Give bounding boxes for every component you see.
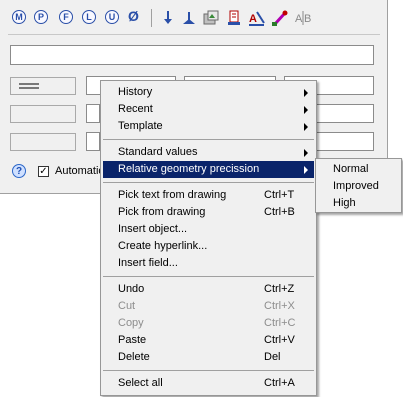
shortcut: Del bbox=[264, 351, 281, 363]
row2-field[interactable] bbox=[86, 104, 100, 123]
row3-label-box bbox=[10, 133, 76, 151]
menu-item-paste[interactable]: Paste Ctrl+V bbox=[103, 332, 314, 349]
menu-label: Relative geometry precission bbox=[118, 163, 260, 175]
menu-item-select-all[interactable]: Select all Ctrl+A bbox=[103, 375, 314, 392]
menu-separator bbox=[103, 370, 314, 371]
submenu-item-improved[interactable]: Improved bbox=[318, 178, 399, 195]
symbol-m-button[interactable]: M bbox=[12, 10, 26, 24]
menu-item-delete[interactable]: Delete Del bbox=[103, 349, 314, 366]
row2-label-box bbox=[10, 105, 76, 123]
menu-item-insert-object[interactable]: Insert object... bbox=[103, 221, 314, 238]
block-tool-icon[interactable] bbox=[225, 9, 243, 27]
arrow-down-tool-icon[interactable] bbox=[159, 9, 177, 27]
menu-item-standard-values[interactable]: Standard values bbox=[103, 144, 314, 161]
menu-label: Pick text from drawing bbox=[118, 189, 227, 201]
menu-label: History bbox=[118, 86, 153, 98]
menu-label: Pick from drawing bbox=[118, 206, 206, 218]
menu-label: Recent bbox=[118, 103, 153, 115]
submenu-item-high[interactable]: High bbox=[318, 195, 399, 212]
svg-text:A: A bbox=[249, 13, 257, 25]
menu-label: Undo bbox=[118, 283, 145, 295]
menu-label: Copy bbox=[118, 317, 144, 329]
automatic-checkbox[interactable]: ✓ bbox=[38, 166, 49, 177]
menu-separator bbox=[103, 139, 314, 140]
submenu-item-normal[interactable]: Normal bbox=[318, 161, 399, 178]
submenu-arrow-icon bbox=[304, 149, 308, 157]
shortcut: Ctrl+Z bbox=[264, 283, 295, 295]
submenu-arrow-icon bbox=[304, 106, 308, 114]
menu-label: Cut bbox=[118, 300, 136, 312]
text-style-tool-icon[interactable]: A bbox=[248, 9, 266, 27]
shortcut: Ctrl+B bbox=[264, 206, 295, 218]
precision-submenu: Normal Improved High bbox=[315, 158, 402, 213]
menu-label: Select all bbox=[118, 377, 163, 389]
symbol-p-button[interactable]: P bbox=[34, 10, 48, 24]
symbol-u-button[interactable]: U bbox=[105, 10, 119, 24]
menu-item-recent[interactable]: Recent bbox=[103, 101, 314, 118]
submenu-arrow-icon bbox=[304, 123, 308, 131]
menu-item-cut[interactable]: Cut Ctrl+X bbox=[103, 298, 314, 315]
menu-item-insert-field[interactable]: Insert field... bbox=[103, 255, 314, 272]
menu-item-history[interactable]: History bbox=[103, 84, 314, 101]
shortcut: Ctrl+T bbox=[264, 189, 295, 201]
shortcut: Ctrl+A bbox=[264, 377, 295, 389]
submenu-arrow-icon bbox=[304, 89, 308, 97]
align-lines-icon bbox=[19, 83, 39, 89]
leader-tool-icon[interactable] bbox=[180, 9, 198, 27]
diameter-symbol-button[interactable]: Ø bbox=[128, 8, 139, 24]
menu-item-undo[interactable]: Undo Ctrl+Z bbox=[103, 281, 314, 298]
menu-item-create-hyperlink[interactable]: Create hyperlink... bbox=[103, 238, 314, 255]
menu-label: Paste bbox=[118, 334, 147, 346]
row2-field-right[interactable] bbox=[316, 104, 374, 123]
row3-field-right[interactable] bbox=[316, 132, 374, 151]
shortcut: Ctrl+V bbox=[264, 334, 295, 346]
svg-text:A: A bbox=[295, 13, 303, 25]
menu-label: Insert field... bbox=[118, 257, 178, 269]
shortcut: Ctrl+X bbox=[264, 300, 295, 312]
alignment-selector[interactable] bbox=[10, 77, 76, 95]
toolbar-separator bbox=[151, 9, 152, 27]
context-menu: History Recent Template Standard values … bbox=[100, 80, 317, 396]
image-tool-icon[interactable] bbox=[202, 9, 220, 27]
menu-separator bbox=[103, 276, 314, 277]
symbol-toolbar: M P F L U Ø A A B bbox=[8, 8, 380, 30]
brush-tool-icon[interactable] bbox=[271, 9, 289, 27]
menu-label: Create hyperlink... bbox=[118, 240, 208, 252]
main-text-field[interactable] bbox=[10, 45, 374, 65]
menu-item-template[interactable]: Template bbox=[103, 118, 314, 135]
submenu-arrow-icon bbox=[304, 166, 308, 174]
menu-separator bbox=[103, 182, 314, 183]
menu-item-copy[interactable]: Copy Ctrl+C bbox=[103, 315, 314, 332]
menu-item-pick-from-drawing[interactable]: Pick from drawing Ctrl+B bbox=[103, 204, 314, 221]
help-icon[interactable]: ? bbox=[12, 164, 26, 178]
menu-label: Insert object... bbox=[118, 223, 188, 235]
row3-field[interactable] bbox=[86, 132, 100, 151]
svg-text:B: B bbox=[304, 13, 311, 25]
ab-tool-icon[interactable]: A B bbox=[294, 9, 312, 27]
menu-label: Standard values bbox=[118, 146, 198, 158]
automatic-checkbox-label: Automatic bbox=[55, 165, 104, 177]
menu-label: Template bbox=[118, 120, 163, 132]
symbol-f-button[interactable]: F bbox=[59, 10, 73, 24]
shortcut: Ctrl+C bbox=[264, 317, 296, 329]
menu-label: Delete bbox=[118, 351, 150, 363]
divider bbox=[8, 34, 380, 35]
menu-item-pick-text[interactable]: Pick text from drawing Ctrl+T bbox=[103, 187, 314, 204]
symbol-l-button[interactable]: L bbox=[82, 10, 96, 24]
menu-item-relative-geometry[interactable]: Relative geometry precission bbox=[103, 161, 314, 178]
